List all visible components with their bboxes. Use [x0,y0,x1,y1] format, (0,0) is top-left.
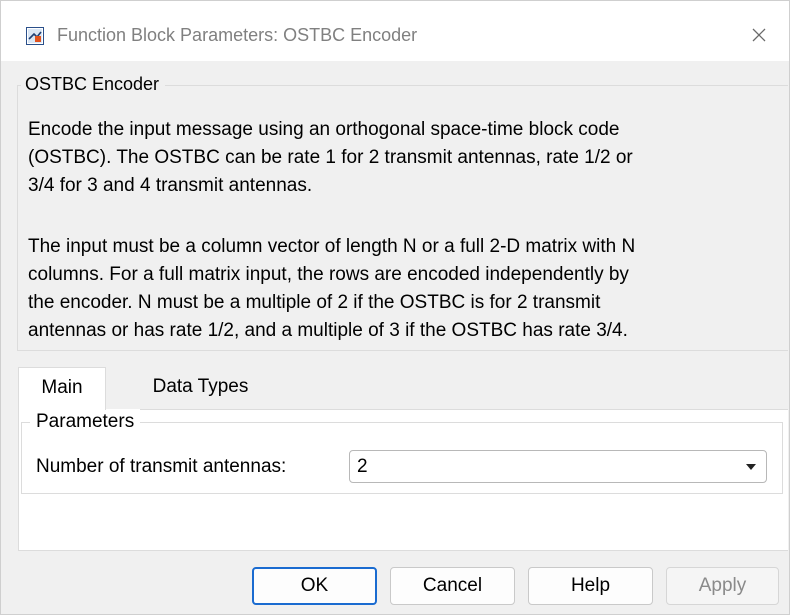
description-line: 3/4 for 3 and 4 transmit antennas. [28,175,313,196]
description-line: Encode the input message using an orthog… [28,119,620,140]
dialog-window: Function Block Parameters: OSTBC Encoder… [0,0,790,615]
title-bar[interactable]: Function Block Parameters: OSTBC Encoder [1,1,789,61]
tab-data-types[interactable]: Data Types [123,367,278,409]
parameters-group-title: Parameters [30,409,141,435]
description-line: (OSTBC). The OSTBC can be rate 1 for 2 t… [28,147,633,168]
transmit-antennas-dropdown[interactable]: 2 [349,450,767,483]
window-title: Function Block Parameters: OSTBC Encoder [57,25,418,45]
description-line: columns. For a full matrix input, the ro… [28,264,629,285]
tab-main[interactable]: Main [18,367,106,410]
simulink-block-icon [26,27,44,45]
description-line: The input must be a column vector of len… [28,236,636,257]
transmit-antennas-value: 2 [357,456,368,477]
transmit-antennas-label: Number of transmit antennas: [36,456,287,477]
description-line: antennas or has rate 1/2, and a multiple… [28,320,628,341]
help-button[interactable]: Help [528,567,653,605]
ok-button[interactable]: OK [252,567,377,605]
apply-button[interactable]: Apply [666,567,779,605]
block-description-title: OSTBC Encoder [21,71,166,97]
close-icon [752,28,766,42]
block-description-paragraph-2: The input must be a column vector of len… [28,233,788,345]
chevron-down-icon [746,464,756,470]
block-description-paragraph-1: Encode the input message using an orthog… [28,116,788,200]
cancel-button[interactable]: Cancel [390,567,515,605]
close-button[interactable] [745,21,773,49]
description-line: the encoder. N must be a multiple of 2 i… [28,292,601,313]
